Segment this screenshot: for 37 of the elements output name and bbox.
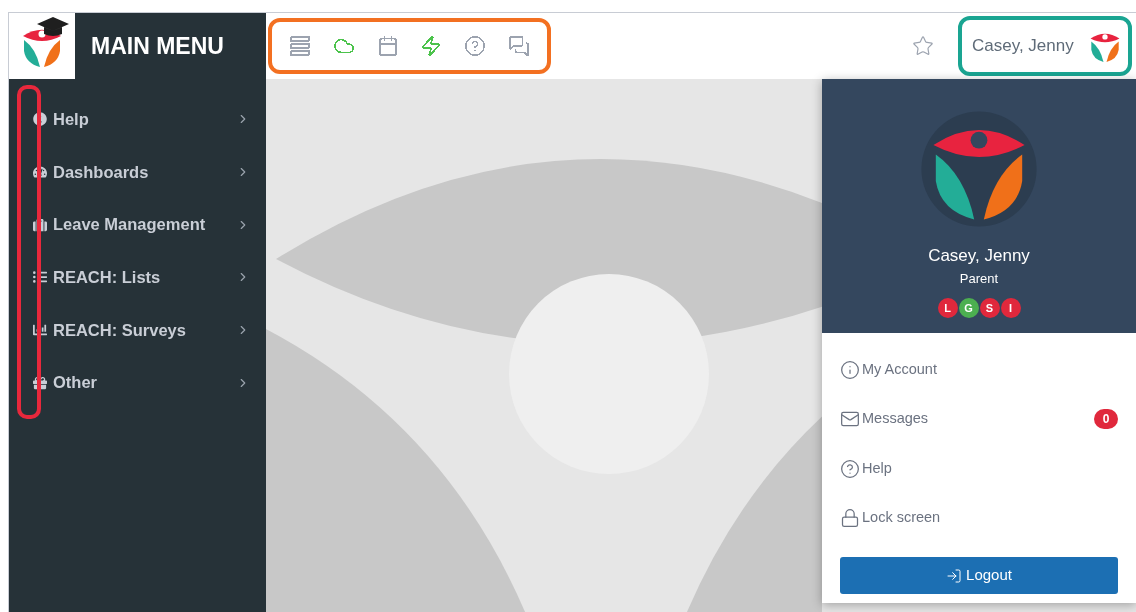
profile-name: Casey, Jenny bbox=[928, 245, 1030, 267]
gift-icon bbox=[33, 375, 47, 390]
menu-item[interactable]: Help bbox=[840, 444, 1118, 494]
role-badge: G bbox=[958, 298, 979, 318]
sidebar-item[interactable]: Help bbox=[9, 93, 266, 146]
user-chip[interactable]: Casey, Jenny bbox=[958, 16, 1132, 76]
menu-item[interactable]: Lock screen bbox=[840, 493, 1118, 543]
sidebar-title: MAIN MENU bbox=[91, 31, 224, 61]
role-badge: I bbox=[1000, 298, 1021, 318]
sidebar-item[interactable]: REACH: Lists bbox=[9, 251, 266, 304]
info-icon bbox=[840, 359, 860, 380]
lightning-icon[interactable] bbox=[420, 35, 443, 57]
sidebar-item[interactable]: REACH: Surveys bbox=[9, 303, 266, 357]
profile-role: Parent bbox=[959, 269, 999, 288]
logout-button[interactable]: Logout bbox=[840, 557, 1118, 594]
graduation-cap-icon bbox=[35, 16, 71, 38]
gauge-icon bbox=[33, 165, 47, 180]
sidebar-item[interactable]: Dashboards bbox=[9, 145, 266, 199]
help-icon bbox=[840, 458, 860, 479]
chat-icon[interactable] bbox=[508, 35, 531, 57]
suitcase-icon bbox=[33, 217, 47, 232]
list-icon bbox=[33, 270, 47, 285]
menu-item[interactable]: My Account bbox=[840, 345, 1118, 395]
star-icon[interactable] bbox=[912, 35, 934, 57]
help-icon[interactable] bbox=[464, 35, 487, 57]
logout-icon bbox=[946, 567, 963, 584]
stacked-bars-icon[interactable] bbox=[288, 35, 311, 57]
calendar-icon[interactable] bbox=[376, 35, 399, 57]
menu-item[interactable]: Messages 0 bbox=[840, 394, 1118, 444]
sidebar-item[interactable]: Leave Management bbox=[9, 198, 266, 252]
count-badge: 0 bbox=[1094, 409, 1118, 430]
sidebar-item[interactable]: Other bbox=[9, 356, 266, 410]
role-badge: S bbox=[979, 298, 1000, 318]
bar-chart-icon bbox=[33, 323, 47, 338]
lock-icon bbox=[840, 508, 860, 529]
info-icon bbox=[33, 112, 47, 127]
role-badge: L bbox=[937, 298, 958, 318]
